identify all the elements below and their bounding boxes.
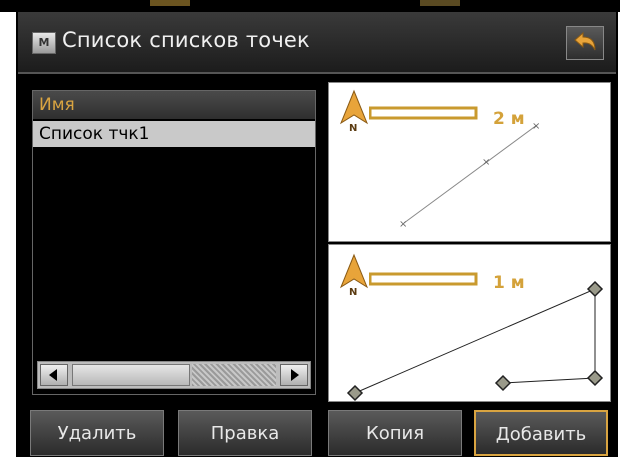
horizontal-scrollbar[interactable] <box>37 361 311 389</box>
scrollbar-track[interactable] <box>192 364 276 386</box>
title-bar: M Список списков точек <box>18 12 616 74</box>
left-margin <box>0 12 18 457</box>
mode-icon[interactable]: M <box>32 32 56 54</box>
scroll-right-button[interactable] <box>280 364 308 386</box>
svg-text:×: × <box>399 219 407 230</box>
top-strip-decor <box>420 0 460 6</box>
back-button[interactable] <box>566 26 604 60</box>
point-lists-table: Имя Список тчк1 <box>32 90 316 395</box>
arrow-right-icon <box>291 369 299 381</box>
map-preview-top[interactable]: N 2 м × × × <box>328 82 611 242</box>
scrollbar-thumb[interactable] <box>72 364 190 386</box>
top-strip <box>0 0 620 12</box>
list-item[interactable]: Список тчк1 <box>33 121 315 147</box>
svg-text:×: × <box>482 157 490 168</box>
arrow-left-icon <box>49 369 57 381</box>
delete-button[interactable]: Удалить <box>30 410 164 456</box>
map-preview-bottom[interactable]: N 1 м <box>328 244 611 402</box>
copy-button[interactable]: Копия <box>328 410 462 456</box>
svg-text:×: × <box>532 121 540 132</box>
right-margin <box>616 12 620 457</box>
column-header-name[interactable]: Имя <box>33 91 315 119</box>
back-arrow-icon <box>574 31 596 51</box>
add-button[interactable]: Добавить <box>474 410 608 456</box>
page-title: Список списков точек <box>62 28 310 52</box>
action-bar: Удалить Правка Копия Добавить <box>18 407 616 457</box>
app-window: M Список списков точек Имя Список тчк1 N <box>18 12 616 457</box>
point-track <box>346 280 604 402</box>
point-track: × × × <box>399 121 540 230</box>
top-strip-decor <box>150 0 190 6</box>
edit-button[interactable]: Правка <box>178 410 312 456</box>
scroll-left-button[interactable] <box>40 364 68 386</box>
